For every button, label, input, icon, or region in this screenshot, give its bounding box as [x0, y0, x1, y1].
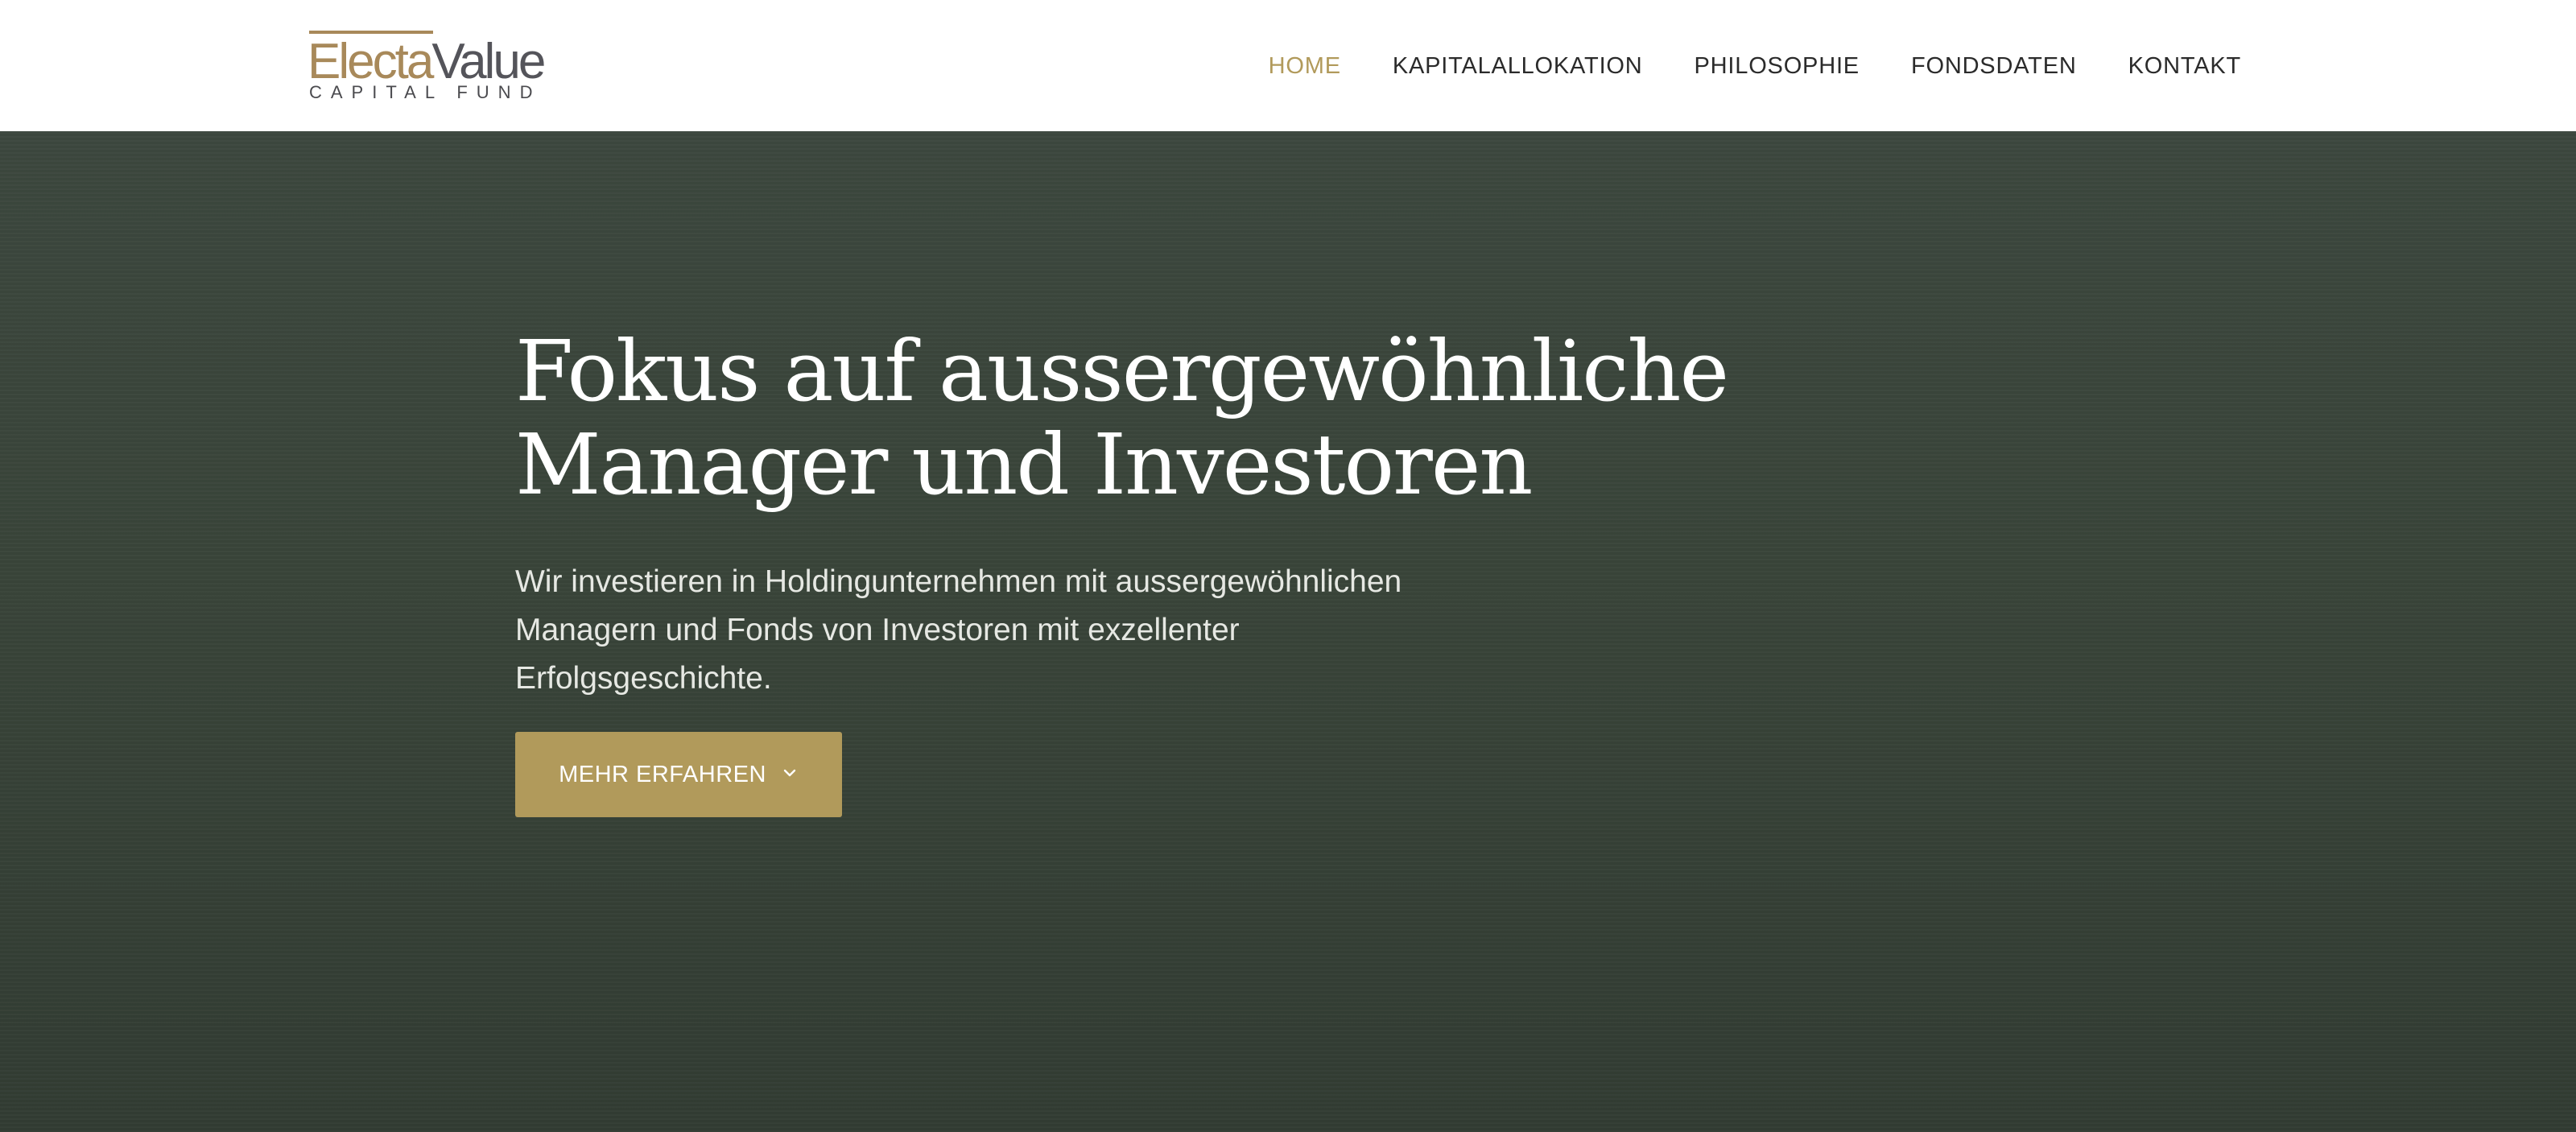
nav-item-kontakt[interactable]: KONTAKT: [2128, 48, 2241, 84]
nav-item-home[interactable]: HOME: [1269, 48, 1341, 84]
logo[interactable]: ElectaValue CAPITAL FUND: [308, 31, 549, 103]
nav-item-kapitalallokation[interactable]: KAPITALALLOKATION: [1393, 48, 1643, 84]
nav-item-philosophie[interactable]: PHILOSOPHIE: [1695, 48, 1860, 84]
chevron-down-icon: [781, 764, 799, 782]
nav-item-fondsdaten[interactable]: FONDSDATEN: [1911, 48, 2077, 84]
main-nav: HOME KAPITALALLOKATION PHILOSOPHIE FONDS…: [1269, 48, 2241, 84]
logo-secondary-text: Value: [431, 34, 546, 89]
hero-section: Fokus auf aussergewöhnliche Manager und …: [0, 131, 2576, 1132]
hero-text: Wir investieren in Holdingunternehmen mi…: [515, 564, 1402, 696]
hero-content: Fokus auf aussergewöhnliche Manager und …: [515, 324, 1852, 817]
hero-title: Fokus auf aussergewöhnliche Manager und …: [515, 322, 1729, 514]
logo-primary-text: Electa: [308, 34, 434, 89]
mehr-erfahren-button[interactable]: MEHR ERFAHREN: [515, 732, 842, 817]
site-header: ElectaValue CAPITAL FUND HOME KAPITALALL…: [0, 0, 2576, 131]
logo-subtitle: CAPITAL FUND: [309, 82, 542, 102]
hero-button-label: MEHR ERFAHREN: [559, 761, 766, 787]
